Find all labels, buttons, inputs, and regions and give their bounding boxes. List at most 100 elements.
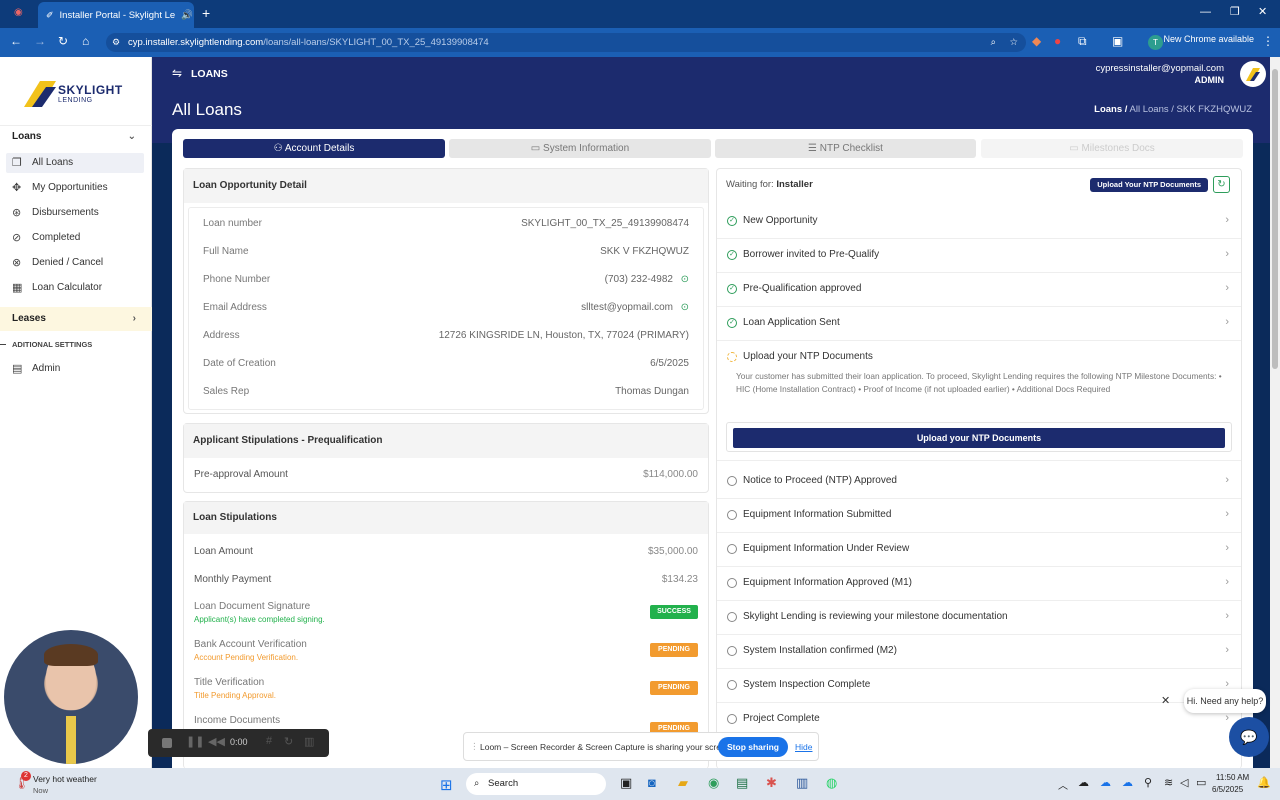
bookmark-star-icon[interactable]: ☆ <box>1009 33 1018 52</box>
skylight-logo[interactable]: SKYLIGHT LENDING <box>20 75 140 119</box>
upload-ntp-header-button[interactable]: Upload Your NTP Documents <box>1090 178 1208 192</box>
rewind-icon[interactable]: ◀◀ <box>208 735 225 748</box>
drag-handle-icon[interactable]: ⋮ <box>470 741 479 752</box>
milestone-pending[interactable]: Skylight Lending is reviewing your miles… <box>717 601 1241 635</box>
browser-tab[interactable]: ✐ Installer Portal - Skylight Le 🔊 ✕ <box>38 2 194 28</box>
upload-ntp-documents-button[interactable]: Upload your NTP Documents <box>733 428 1225 448</box>
refresh-icon[interactable]: ↻ <box>1213 176 1230 193</box>
dollar-icon: ⊛ <box>12 207 22 219</box>
milestone-pending[interactable]: System Installation confirmed (M2) › <box>717 635 1241 669</box>
milestone-pending[interactable]: Notice to Proceed (NTP) Approved › <box>717 465 1241 499</box>
sidebar-item-disbursements[interactable]: ⊛ Disbursements <box>6 203 144 223</box>
sidebar-item-admin[interactable]: ▤ Admin <box>6 359 144 379</box>
sidebar-item-my-opportunities[interactable]: ✥ My Opportunities <box>6 178 144 198</box>
volume-icon[interactable]: ◁ <box>1180 776 1188 789</box>
stop-sharing-button[interactable]: Stop sharing <box>718 737 788 757</box>
sidebar-item-denied-cancel[interactable]: ⊗ Denied / Cancel <box>6 253 144 273</box>
zoom-icon[interactable]: ⌕ <box>991 33 996 52</box>
user-avatar[interactable] <box>1240 61 1266 87</box>
windows-start-icon[interactable]: ⊞ <box>440 776 453 794</box>
sidebar-group-leases[interactable]: Leases › <box>0 307 152 331</box>
browser-menu-icon[interactable]: ⋮ <box>1262 34 1274 48</box>
clock-time[interactable]: 11:50 AM <box>1216 773 1249 782</box>
new-chrome-available-button[interactable]: New Chrome available <box>1163 34 1254 44</box>
profile-avatar[interactable]: T <box>1148 35 1163 50</box>
onedrive-2-icon[interactable]: ☁ <box>1122 776 1133 789</box>
sidebar-item-all-loans[interactable]: ❐ All Loans <box>6 153 144 173</box>
scrollbar-thumb[interactable] <box>1272 69 1278 369</box>
tab-milestones-docs[interactable]: ▭ Milestones Docs <box>981 139 1243 158</box>
task-view-icon[interactable]: ▣ <box>620 775 632 791</box>
file-explorer-icon[interactable]: ▰ <box>678 775 688 791</box>
site-info-icon[interactable]: ⚙ <box>112 33 120 52</box>
loan-stips-heading: Loan Stipulations <box>184 502 708 534</box>
battery-icon[interactable]: ▭ <box>1196 776 1206 789</box>
extensions-puzzle-icon[interactable]: ⧉ <box>1078 34 1087 49</box>
milestone-pending[interactable]: Equipment Information Submitted › <box>717 499 1241 533</box>
maximize-icon[interactable]: ❐ <box>1230 5 1240 18</box>
chrome-icon[interactable]: ◉ <box>708 775 719 791</box>
tray-cloud-icon[interactable]: ☁ <box>1078 776 1089 789</box>
in-progress-icon <box>727 352 737 362</box>
sidebar-item-completed[interactable]: ⊘ Completed <box>6 228 144 248</box>
milestone-prequal-approved[interactable]: ✓ Pre-Qualification approved › <box>717 273 1241 307</box>
tab-audio-icon[interactable]: 🔊 <box>181 10 193 21</box>
extension-1-icon[interactable]: ◆ <box>1032 34 1041 48</box>
stipulation-status-text: Applicant(s) have completed signing. <box>194 615 325 624</box>
outlook-icon[interactable]: ◙ <box>648 775 656 790</box>
pause-icon[interactable]: ❚❚ <box>186 735 204 748</box>
sidebar-item-loan-calculator[interactable]: ▦ Loan Calculator <box>6 278 144 298</box>
url-field[interactable]: ⚙ cyp.installer.skylightlending.com/loan… <box>106 33 1026 52</box>
milestone-borrower-invited[interactable]: ✓ Borrower invited to Pre-Qualify › <box>717 239 1241 273</box>
slack-icon[interactable]: ✱ <box>766 775 777 791</box>
sidebar-settings-heading: ADITIONAL SETTINGS <box>0 340 92 349</box>
window-close-icon[interactable]: ✕ <box>1258 5 1267 18</box>
grid-icon[interactable]: # <box>266 735 272 747</box>
chat-launcher-button[interactable]: 💬 <box>1229 717 1269 757</box>
notification-icon[interactable]: 🔔 <box>1257 776 1271 789</box>
onedrive-icon[interactable]: ☁ <box>1100 776 1111 789</box>
chevron-right-icon: › <box>132 313 136 324</box>
minimize-icon[interactable]: — <box>1200 6 1211 18</box>
milestone-new-opportunity[interactable]: ✓ New Opportunity › <box>717 205 1241 239</box>
recording-time: 0:00 <box>230 737 248 747</box>
applicant-heading: Applicant Stipulations - Prequalificatio… <box>184 424 708 458</box>
excel-icon[interactable]: ▤ <box>736 775 748 791</box>
microphone-icon[interactable]: ⚲ <box>1144 776 1152 789</box>
back-icon[interactable]: ← <box>10 34 22 48</box>
tab-label: Account Details <box>284 143 355 154</box>
home-icon[interactable]: ⌂ <box>82 34 89 48</box>
milestone-label: Equipment Information Approved (M1) <box>743 577 912 588</box>
milestone-loan-app-sent[interactable]: ✓ Loan Application Sent › <box>717 307 1241 341</box>
webcam-bubble[interactable] <box>4 630 138 764</box>
side-panel-icon[interactable]: ▣ <box>1112 34 1123 48</box>
breadcrumb-root[interactable]: Loans / <box>1094 104 1127 115</box>
milestone-pending[interactable]: Equipment Information Approved (M1) › <box>717 567 1241 601</box>
stipulation-title: Income Documents <box>194 715 281 726</box>
whatsapp-icon[interactable]: ◍ <box>826 775 837 791</box>
weather-text[interactable]: Very hot weather <box>33 774 97 784</box>
trash-icon[interactable]: ▥ <box>304 735 314 748</box>
taskbar-search-box[interactable]: ⌕ Search <box>466 773 606 795</box>
page-scrollbar[interactable] <box>1270 57 1280 768</box>
clock-date[interactable]: 6/5/2025 <box>1212 785 1243 794</box>
milestone-pending[interactable]: Equipment Information Under Review › <box>717 533 1241 567</box>
sidebar-group-loans[interactable]: Loans ⌄ <box>0 125 152 147</box>
tray-chevron-icon[interactable]: ︿ <box>1058 777 1068 792</box>
help-bubble[interactable]: Hi. Need any help? <box>1184 689 1266 713</box>
tab-system-information[interactable]: ▭ System Information <box>449 139 711 158</box>
forward-icon[interactable]: → <box>34 34 46 48</box>
new-tab-icon[interactable]: + <box>202 5 210 21</box>
word-icon[interactable]: ▥ <box>796 775 808 791</box>
tab-ntp-checklist[interactable]: ☰ NTP Checklist <box>715 139 976 158</box>
reload-icon[interactable]: ↻ <box>58 34 68 48</box>
browser-record-icon[interactable]: ◉ <box>14 7 23 18</box>
extension-2-icon[interactable]: ● <box>1054 34 1061 48</box>
hide-share-link[interactable]: Hide <box>795 742 812 752</box>
detail-value: $114,000.00 <box>643 469 698 480</box>
restart-icon[interactable]: ↻ <box>284 735 293 748</box>
tab-account-details[interactable]: ⚇ Account Details <box>183 139 445 158</box>
stop-record-icon[interactable] <box>162 738 172 748</box>
wifi-icon[interactable]: ≋ <box>1164 776 1173 789</box>
help-close-icon[interactable]: ✕ <box>1161 694 1170 707</box>
